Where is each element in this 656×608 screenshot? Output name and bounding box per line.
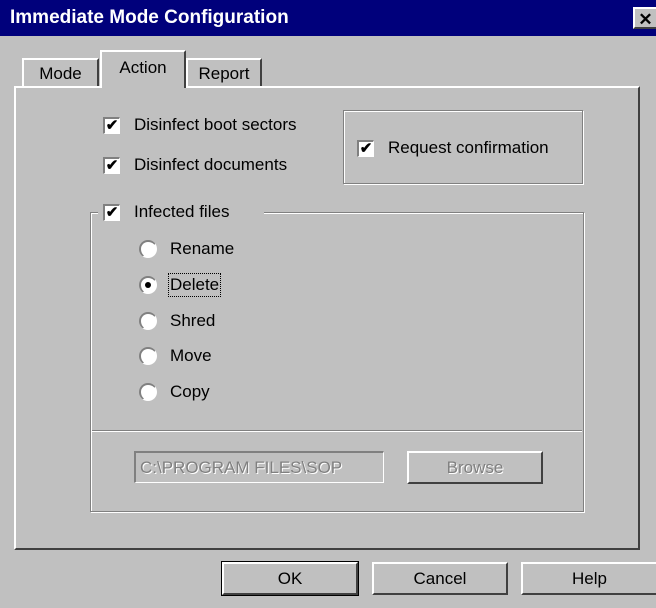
copy-radio[interactable]: [139, 383, 157, 401]
dialog-window: Immediate Mode Configuration ✕ Mode Acti…: [0, 0, 656, 608]
group-divider: [92, 430, 582, 431]
check-mark-icon: ✔: [105, 117, 119, 134]
help-label: Help: [572, 569, 607, 588]
copy-label[interactable]: Copy: [170, 382, 210, 402]
delete-radio[interactable]: [139, 276, 157, 294]
cancel-button[interactable]: Cancel: [372, 562, 508, 595]
disinfect-boot-checkbox[interactable]: ✔: [103, 117, 120, 134]
tab-mode-label: Mode: [39, 64, 82, 83]
browse-button: Browse: [407, 451, 543, 484]
tab-report[interactable]: Report: [186, 58, 262, 87]
cancel-label: Cancel: [413, 569, 467, 588]
move-label[interactable]: Move: [170, 346, 212, 366]
tab-mode[interactable]: Mode: [22, 58, 99, 87]
title-bar[interactable]: Immediate Mode Configuration ✕: [0, 0, 656, 36]
request-confirmation-label[interactable]: Request confirmation: [388, 138, 549, 158]
rename-label[interactable]: Rename: [170, 239, 234, 259]
disinfect-docs-checkbox[interactable]: ✔: [103, 157, 120, 174]
infected-files-label[interactable]: Infected files: [134, 202, 229, 222]
disinfect-docs-label[interactable]: Disinfect documents: [134, 155, 287, 175]
check-mark-icon: ✔: [105, 157, 119, 174]
help-button[interactable]: Help: [521, 562, 656, 595]
move-radio[interactable]: [139, 347, 157, 365]
close-button[interactable]: ✕: [633, 7, 656, 29]
delete-label[interactable]: Delete: [167, 273, 222, 297]
ok-label: OK: [277, 569, 303, 588]
ok-button[interactable]: OK: [221, 561, 359, 596]
shred-radio[interactable]: [139, 312, 157, 330]
destination-path-field: C:\PROGRAM FILES\SOP: [134, 451, 384, 483]
destination-path-value: C:\PROGRAM FILES\SOP: [140, 458, 343, 477]
check-mark-icon: ✔: [359, 140, 373, 157]
active-tab-joint: [102, 84, 184, 88]
infected-files-checkbox[interactable]: ✔: [103, 204, 120, 221]
shred-label[interactable]: Shred: [170, 311, 215, 331]
browse-label: Browse: [446, 458, 504, 477]
radio-selected-dot: [145, 282, 151, 288]
tab-report-label: Report: [198, 64, 250, 83]
window-title: Immediate Mode Configuration: [10, 7, 289, 28]
check-mark-icon: ✔: [105, 204, 119, 221]
tab-action[interactable]: Action: [100, 50, 186, 88]
rename-radio[interactable]: [139, 240, 157, 258]
request-confirmation-checkbox[interactable]: ✔: [357, 140, 374, 157]
disinfect-boot-label[interactable]: Disinfect boot sectors: [134, 115, 297, 135]
tab-action-label: Action: [119, 58, 167, 77]
